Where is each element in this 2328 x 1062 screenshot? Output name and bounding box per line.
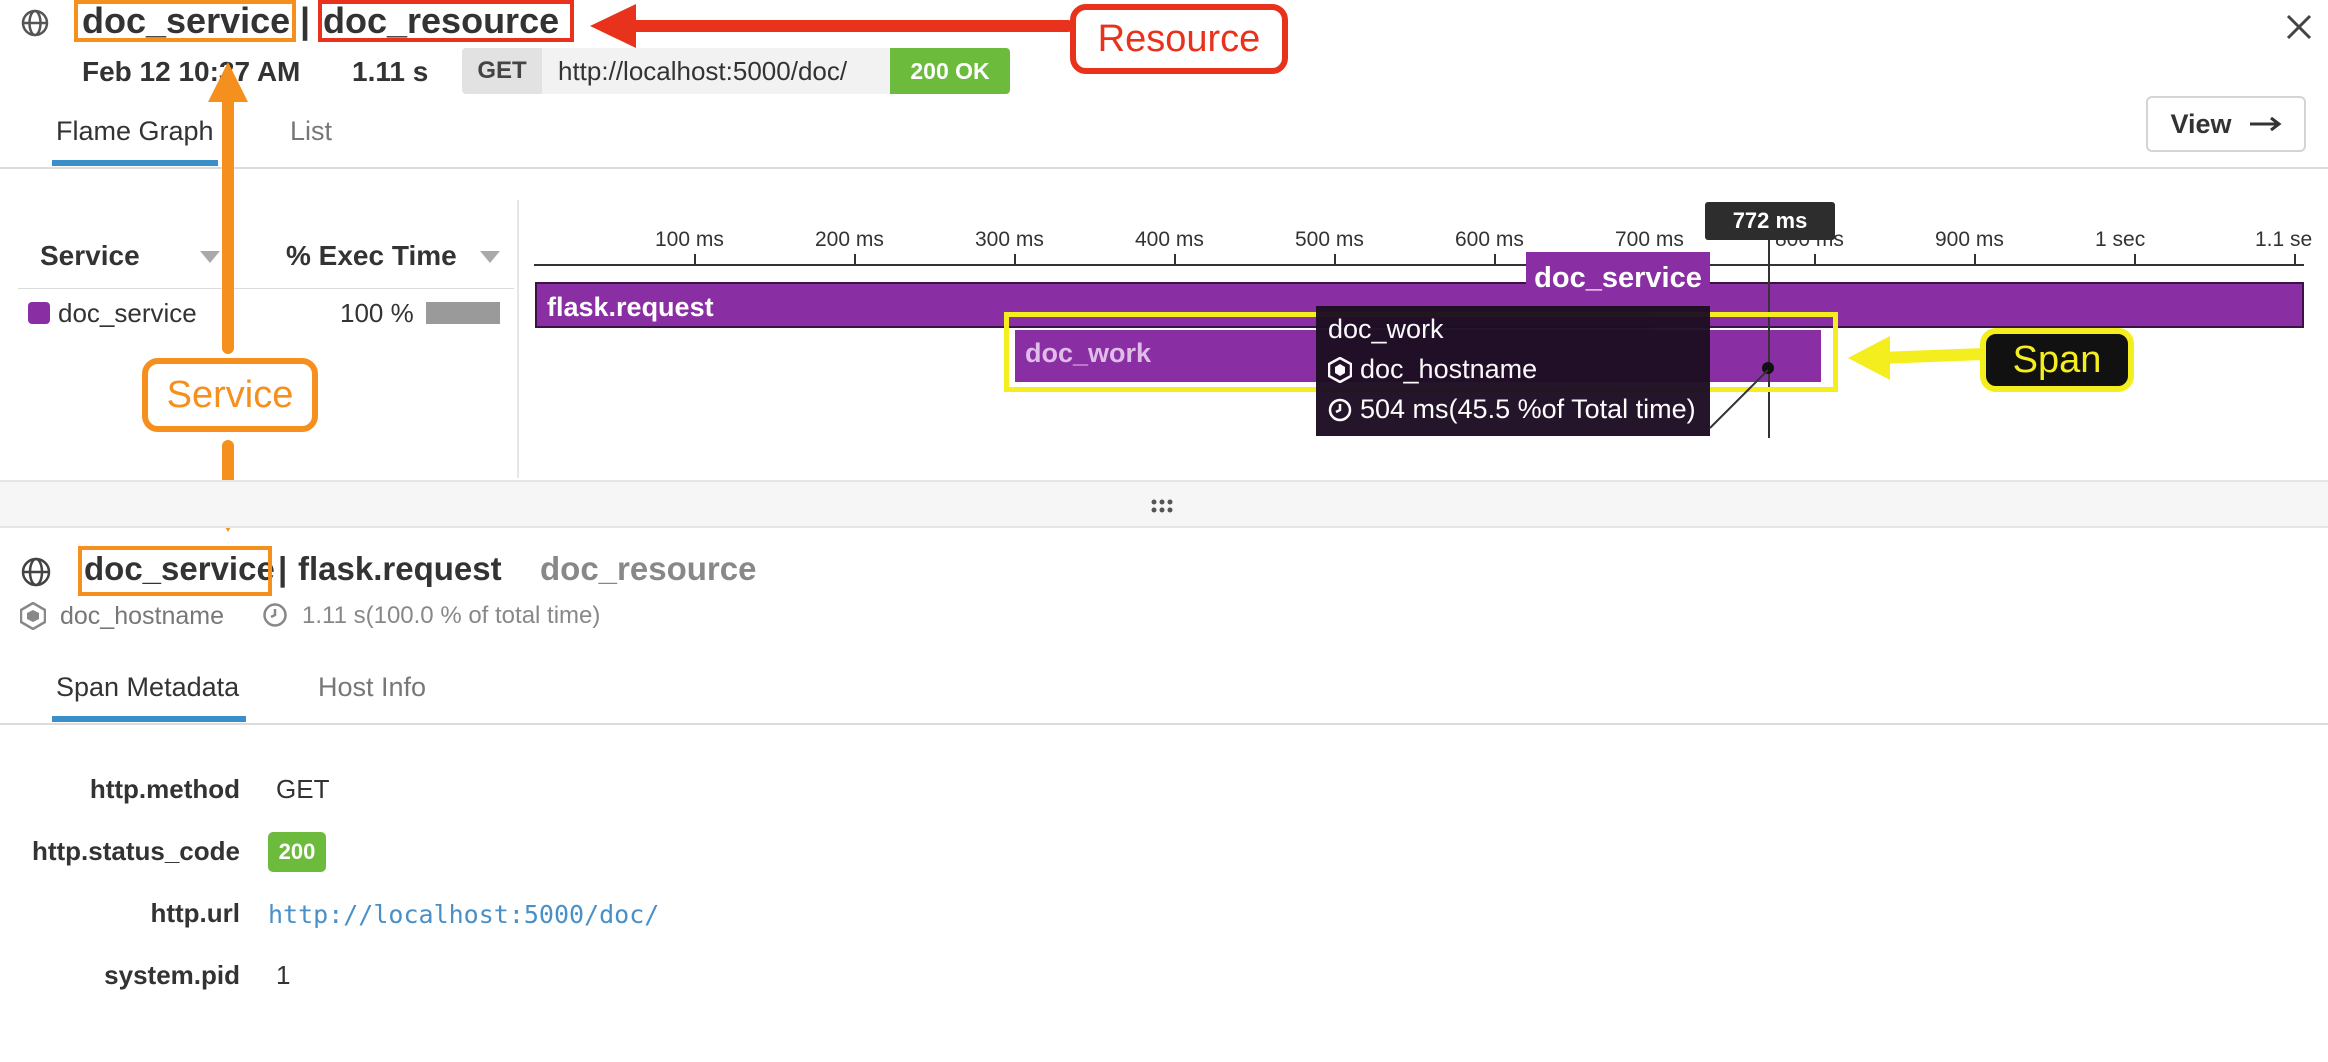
span-operation-name: flask.request <box>298 550 502 587</box>
span-callout-text: Span <box>2012 338 2102 381</box>
tab-host-info[interactable]: Host Info <box>318 672 426 703</box>
span-service-highlight-box <box>78 546 272 596</box>
meta-value-http-url[interactable]: http://localhost:5000/doc/ <box>268 900 659 929</box>
meta-value-http-status-code: 200 <box>268 832 326 872</box>
meta-key-http-method: http.method <box>89 774 240 804</box>
span-resource-name[interactable]: doc_resource <box>540 550 756 588</box>
service-callout: Service <box>142 358 318 432</box>
meta-key-http-status-code: http.status_code <box>31 836 240 866</box>
tab-span-metadata[interactable]: Span Metadata <box>56 672 239 703</box>
meta-key-system-pid: system.pid <box>104 960 240 990</box>
host-hexagon-icon <box>19 601 47 631</box>
service-callout-text: Service <box>166 373 294 416</box>
drag-handle-icon[interactable] <box>1150 499 1174 513</box>
span-duration: 1.11 s(100.0 % of total time) <box>302 602 601 629</box>
span-host[interactable]: doc_hostname <box>60 602 224 631</box>
meta-value-http-method: GET <box>276 774 330 804</box>
meta-key-http-url: http.url <box>150 898 240 928</box>
detail-tabs-divider <box>0 723 2328 725</box>
clock-icon <box>262 602 288 628</box>
annotation-arrows <box>208 4 1990 532</box>
resource-callout: Resource <box>1070 4 1288 74</box>
panel-split-bar[interactable] <box>0 480 2328 528</box>
resource-callout-text: Resource <box>1097 17 1261 60</box>
globe-icon <box>20 556 52 588</box>
span-title-separator: | <box>278 550 288 587</box>
meta-value-system-pid: 1 <box>276 960 291 990</box>
tab-span-metadata-indicator <box>52 716 246 722</box>
span-callout: Span <box>1980 328 2134 392</box>
